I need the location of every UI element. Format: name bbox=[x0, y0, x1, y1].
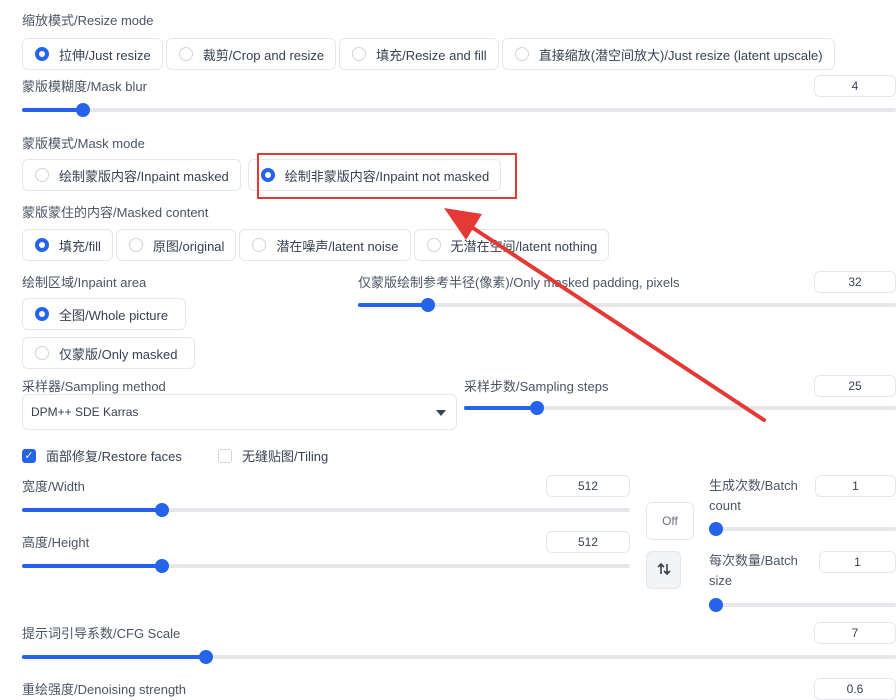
annotation-arrow bbox=[444, 208, 766, 422]
